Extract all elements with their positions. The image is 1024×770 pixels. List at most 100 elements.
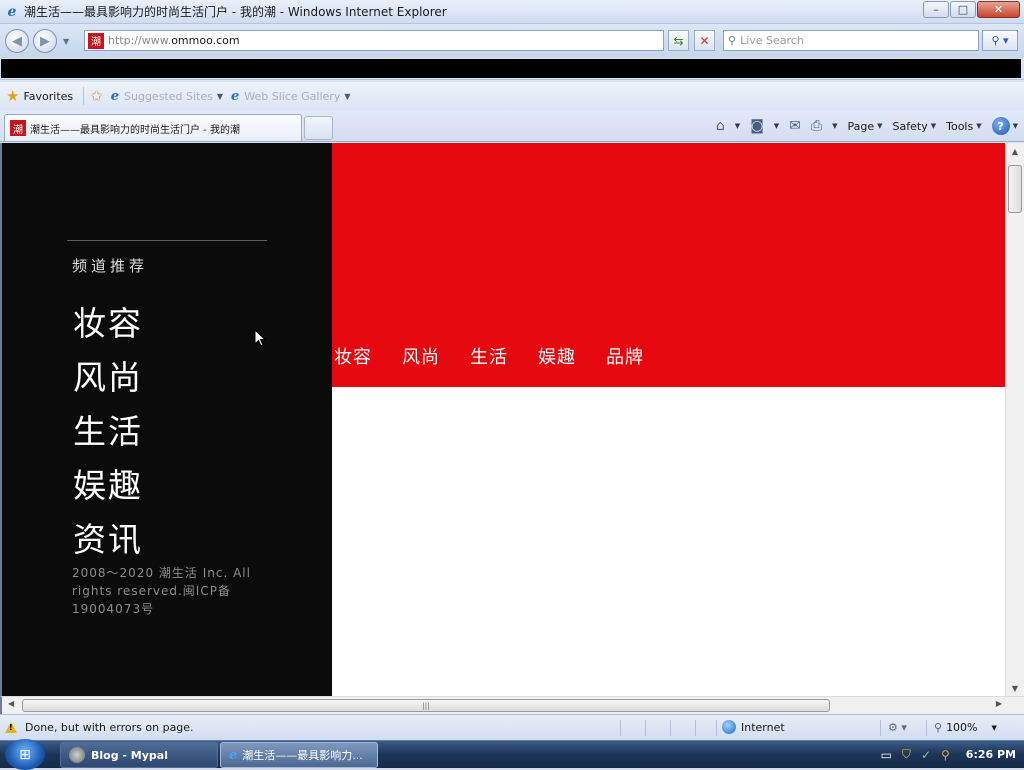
- chevron-down-icon: ▼: [930, 122, 937, 130]
- tab-active[interactable]: 潮 潮生活——最具影响力的时尚生活门户 - 我的潮: [4, 114, 302, 141]
- back-button[interactable]: ◀: [5, 29, 29, 53]
- nav-item-fashion[interactable]: 风尚: [402, 343, 440, 369]
- safety-menu[interactable]: Safety ▼: [893, 120, 937, 133]
- new-tab-button[interactable]: [304, 116, 333, 140]
- minimize-button[interactable]: –: [923, 1, 949, 18]
- nav-item-makeup[interactable]: 妆容: [334, 343, 372, 369]
- status-divider: [926, 720, 927, 736]
- favorites-separator: [83, 87, 85, 105]
- address-toolbar: ◀ ▶ ▼ 潮 http://www.ommoo.com ⇆ ✕ ⚲ Live …: [0, 24, 1024, 58]
- help-icon: ?: [991, 117, 1010, 135]
- taskbar-item-label: 潮生活——最具影响力...: [242, 749, 363, 762]
- forward-button[interactable]: ▶: [33, 29, 57, 53]
- taskbar-item-ie[interactable]: e 潮生活——最具影响力...: [220, 742, 378, 768]
- status-divider: [645, 720, 646, 736]
- stop-icon: ✕: [699, 33, 710, 48]
- close-button[interactable]: ✕: [977, 1, 1020, 18]
- rss-feed-icon: ◙: [750, 118, 764, 134]
- address-bar[interactable]: 潮 http://www.ommoo.com: [84, 30, 664, 51]
- vertical-scroll-thumb[interactable]: [1008, 165, 1022, 213]
- recent-pages-dropdown[interactable]: ▼: [63, 37, 69, 46]
- refresh-button[interactable]: ⇆: [668, 30, 689, 51]
- chevron-down-icon: ▼: [773, 122, 780, 130]
- status-divider: [716, 720, 717, 736]
- back-arrow-icon: ◀: [12, 33, 22, 49]
- favorite-web-slice-gallery[interactable]: e Web Slice Gallery ▼: [231, 89, 351, 104]
- window-title: 潮生活——最具影响力的时尚生活门户 - 我的潮 - Windows Intern…: [24, 5, 447, 19]
- start-button[interactable]: ⊞: [5, 739, 45, 770]
- page-menu[interactable]: Page ▼: [848, 120, 883, 133]
- refresh-icon: ⇆: [673, 33, 684, 48]
- tools-menu-label: Tools: [946, 119, 974, 133]
- network-icon[interactable]: ✓: [921, 748, 931, 762]
- scroll-down-arrow[interactable]: ▼: [1006, 680, 1024, 696]
- protected-mode-icon[interactable]: ⚙ ▾: [888, 721, 907, 734]
- scroll-right-arrow[interactable]: ▶: [996, 699, 1002, 708]
- sidebar-item-news[interactable]: 资讯: [73, 513, 143, 567]
- ie-page-icon: e: [110, 88, 120, 104]
- add-to-favorites-icon[interactable]: ✩: [90, 87, 103, 105]
- command-bar: ⌂ ▼ ◙ ▼ ✉ ⎙ ▼ Page ▼ Safety ▼ Tools ▼ ? ▼: [706, 115, 1018, 137]
- scroll-up-arrow[interactable]: ▲: [1006, 143, 1024, 159]
- windows-taskbar: ⊞ Blog - Mypal e 潮生活——最具影响力... ▭ ⛉ ✓ ⚲ 6…: [0, 739, 1024, 770]
- tab-label: 潮生活——最具影响力的时尚生活门户 - 我的潮: [30, 124, 240, 136]
- home-button[interactable]: ⌂ ▼: [716, 118, 740, 134]
- mouse-cursor-icon: [254, 329, 266, 347]
- help-menu[interactable]: ? ▼: [991, 117, 1018, 135]
- favorite-suggested-sites[interactable]: e Suggested Sites ▼: [111, 89, 223, 104]
- scroll-left-arrow[interactable]: ◀: [8, 699, 14, 708]
- sidebar-item-makeup[interactable]: 妆容: [73, 297, 143, 351]
- nav-item-entertainment[interactable]: 娱趣: [538, 343, 576, 369]
- channel-sidebar: 频道推荐 妆容 风尚 生活 娱趣 资讯 2008～2020 潮生活 Inc. A…: [2, 143, 332, 696]
- maximize-button[interactable]: □: [950, 1, 976, 18]
- zone-label: Internet: [741, 720, 785, 734]
- status-divider: [670, 720, 671, 736]
- chevron-down-icon: ▼: [734, 122, 741, 130]
- vertical-scrollbar[interactable]: ▲ ▼: [1005, 143, 1024, 696]
- window-controls: – □ ✕: [922, 1, 1020, 18]
- url-prefix: http://www.: [108, 34, 172, 47]
- forward-arrow-icon: ▶: [40, 33, 50, 49]
- mail-icon: ✉: [789, 118, 801, 134]
- zoom-control[interactable]: ⚲ 100% ▼: [934, 721, 997, 734]
- security-zone[interactable]: Internet: [722, 720, 785, 734]
- sidebar-item-entertainment[interactable]: 娱趣: [73, 459, 143, 513]
- zoom-level: 100%: [946, 721, 978, 734]
- horizontal-scrollbar[interactable]: ◀ ||| ▶: [0, 696, 1024, 714]
- status-divider: [695, 720, 696, 736]
- search-button[interactable]: ⚲ ▾: [982, 30, 1018, 51]
- horizontal-scroll-thumb[interactable]: |||: [22, 699, 830, 712]
- tab-row: 潮 潮生活——最具影响力的时尚生活门户 - 我的潮 ⌂ ▼ ◙ ▼ ✉ ⎙ ▼ Pag…: [0, 110, 1024, 142]
- home-icon: ⌂: [715, 118, 725, 134]
- search-box[interactable]: ⚲ Live Search: [723, 30, 979, 51]
- status-message[interactable]: Done, but with errors on page.: [25, 721, 194, 734]
- sidebar-item-fashion[interactable]: 风尚: [73, 351, 143, 405]
- nav-item-life[interactable]: 生活: [470, 343, 508, 369]
- search-placeholder: Live Search: [740, 34, 804, 47]
- taskbar-item-mypal[interactable]: Blog - Mypal: [60, 742, 218, 768]
- stop-button[interactable]: ✕: [694, 30, 715, 51]
- safety-menu-label: Safety: [892, 119, 928, 133]
- tab-favicon: 潮: [10, 120, 26, 136]
- internet-globe-icon: [722, 720, 736, 734]
- internet-explorer-icon: e: [229, 747, 238, 763]
- sidebar-item-life[interactable]: 生活: [73, 405, 143, 459]
- favorites-button[interactable]: Favorites: [23, 90, 73, 103]
- clock[interactable]: 6:26 PM: [966, 748, 1016, 761]
- address-url[interactable]: http://www.ommoo.com: [108, 34, 240, 47]
- zoom-icon: ⚲: [934, 721, 943, 734]
- feeds-button[interactable]: ◙ ▼: [750, 118, 779, 134]
- tools-menu[interactable]: Tools ▼: [946, 120, 982, 133]
- status-divider: [880, 720, 881, 736]
- page-error-icon[interactable]: !: [5, 722, 17, 733]
- nav-item-brand[interactable]: 品牌: [606, 343, 644, 369]
- mail-button[interactable]: ✉: [789, 118, 801, 134]
- keyboard-icon[interactable]: ▭: [881, 748, 892, 762]
- toolbar-strip: [0, 58, 1024, 80]
- action-center-icon[interactable]: ⛉: [902, 747, 911, 762]
- browser-window: e 潮生活——最具影响力的时尚生活门户 - 我的潮 - Windows Inte…: [0, 0, 1024, 740]
- taskbar-item-label: Blog - Mypal: [91, 748, 168, 762]
- search-tray-icon[interactable]: ⚲: [941, 748, 950, 762]
- sidebar-divider: [67, 240, 267, 241]
- print-button[interactable]: ⎙ ▼: [811, 118, 838, 134]
